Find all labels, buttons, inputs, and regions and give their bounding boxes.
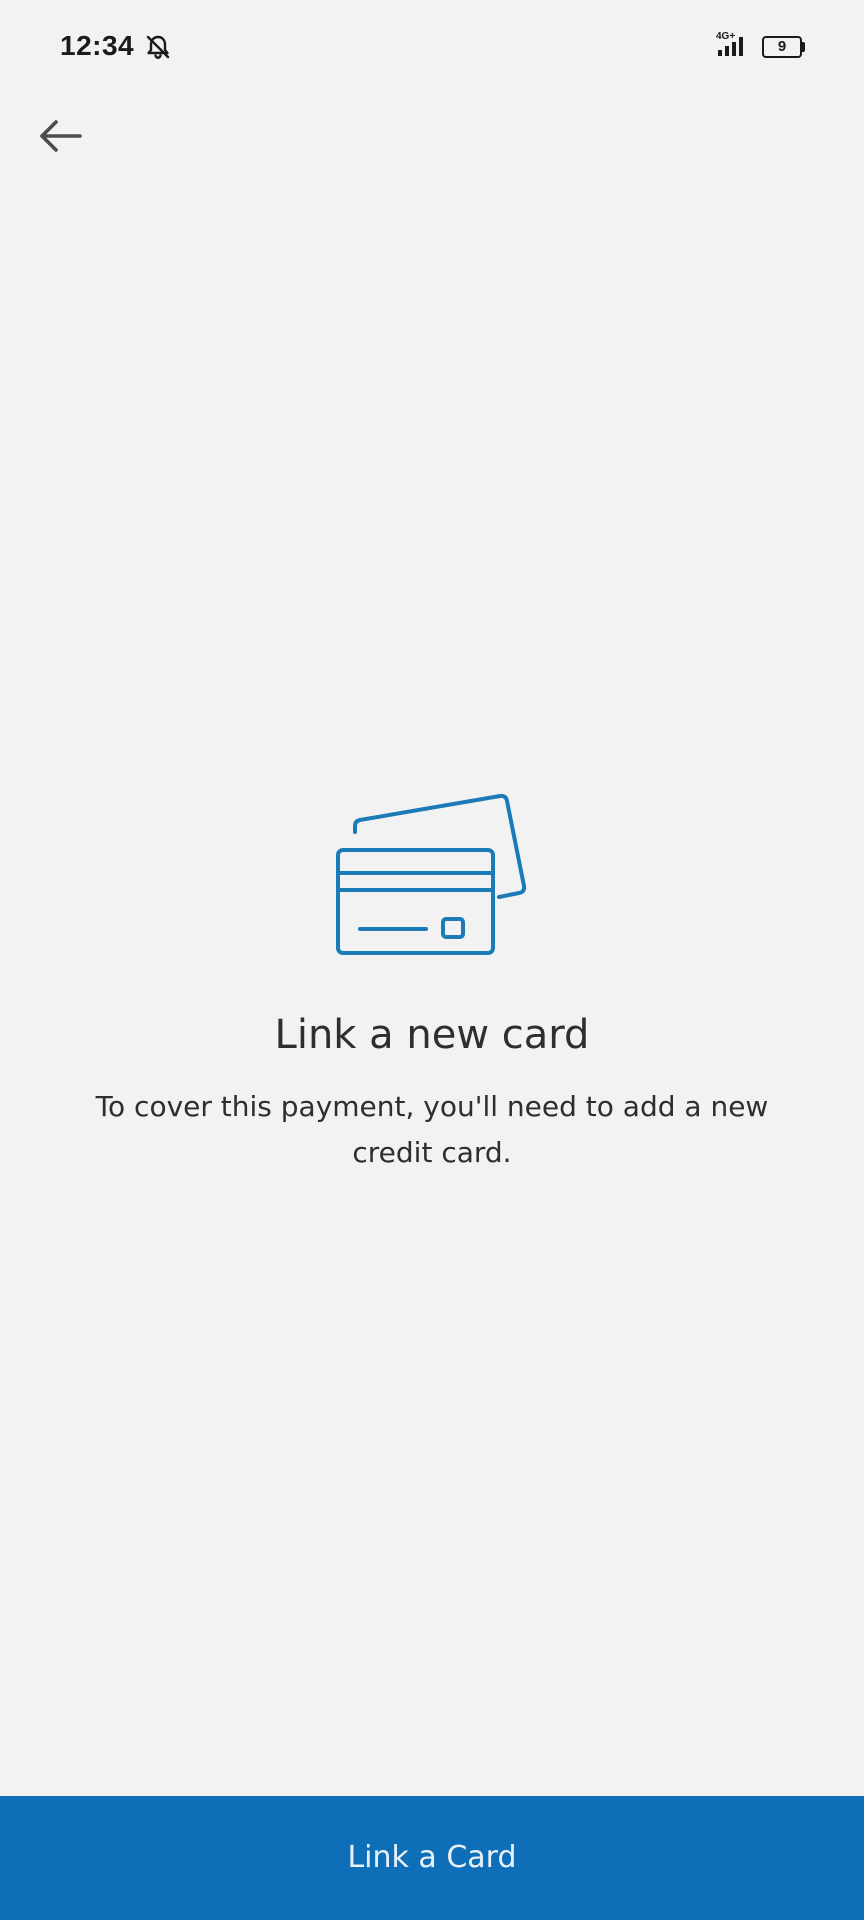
battery-icon: 9	[762, 36, 802, 58]
link-card-screen: 12:34 4G+ 9 Link a new card To cover thi…	[0, 0, 864, 1920]
battery-tip	[802, 42, 805, 52]
credit-cards-icon	[336, 793, 527, 955]
status-time: 12:34	[60, 30, 135, 61]
back-button[interactable]	[28, 104, 92, 168]
bell-off-icon	[146, 35, 170, 60]
signal-icon	[718, 37, 743, 56]
battery-level: 9	[777, 38, 787, 55]
status-bar: 12:34 4G+ 9	[0, 0, 864, 96]
page-title: Link a new card	[274, 1012, 590, 1058]
arrow-left-icon	[40, 120, 82, 152]
page-message: To cover this payment, you'll need to ad…	[95, 1090, 769, 1169]
link-card-button[interactable]: Link a Card	[0, 1796, 864, 1920]
